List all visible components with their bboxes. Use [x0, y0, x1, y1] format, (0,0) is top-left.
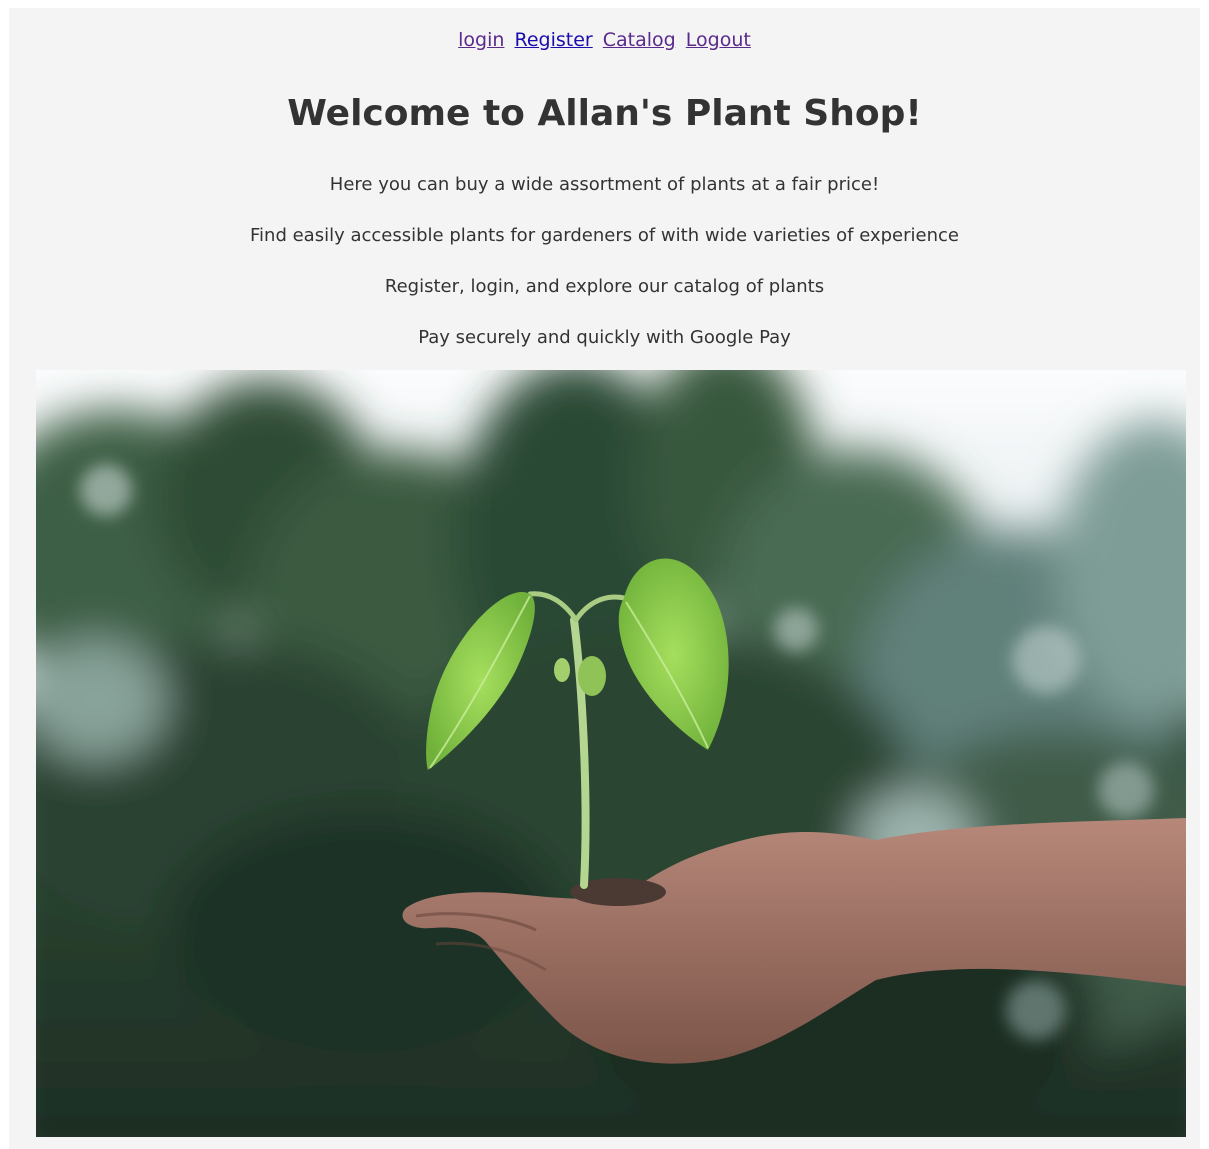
- intro-line: Find easily accessible plants for garden…: [249, 225, 959, 246]
- page-title: Welcome to Allan's Plant Shop!: [287, 93, 922, 134]
- top-nav: login Register Catalog Logout: [9, 28, 1200, 52]
- nav-catalog-link[interactable]: Catalog: [603, 29, 676, 51]
- seedling-in-hand-image: [36, 370, 1186, 1137]
- page: login Register Catalog Logout Welcome to…: [9, 8, 1200, 1149]
- nav-login-link[interactable]: login: [458, 29, 504, 51]
- intro-text: Here you can buy a wide assortment of pl…: [9, 174, 1200, 378]
- intro-line: Here you can buy a wide assortment of pl…: [329, 174, 880, 195]
- intro-line: Register, login, and explore our catalog…: [384, 276, 825, 297]
- nav-logout-link[interactable]: Logout: [686, 29, 751, 51]
- hero-image: [36, 370, 1186, 1137]
- nav-register-link[interactable]: Register: [514, 29, 592, 51]
- intro-line: Pay securely and quickly with Google Pay: [418, 327, 791, 348]
